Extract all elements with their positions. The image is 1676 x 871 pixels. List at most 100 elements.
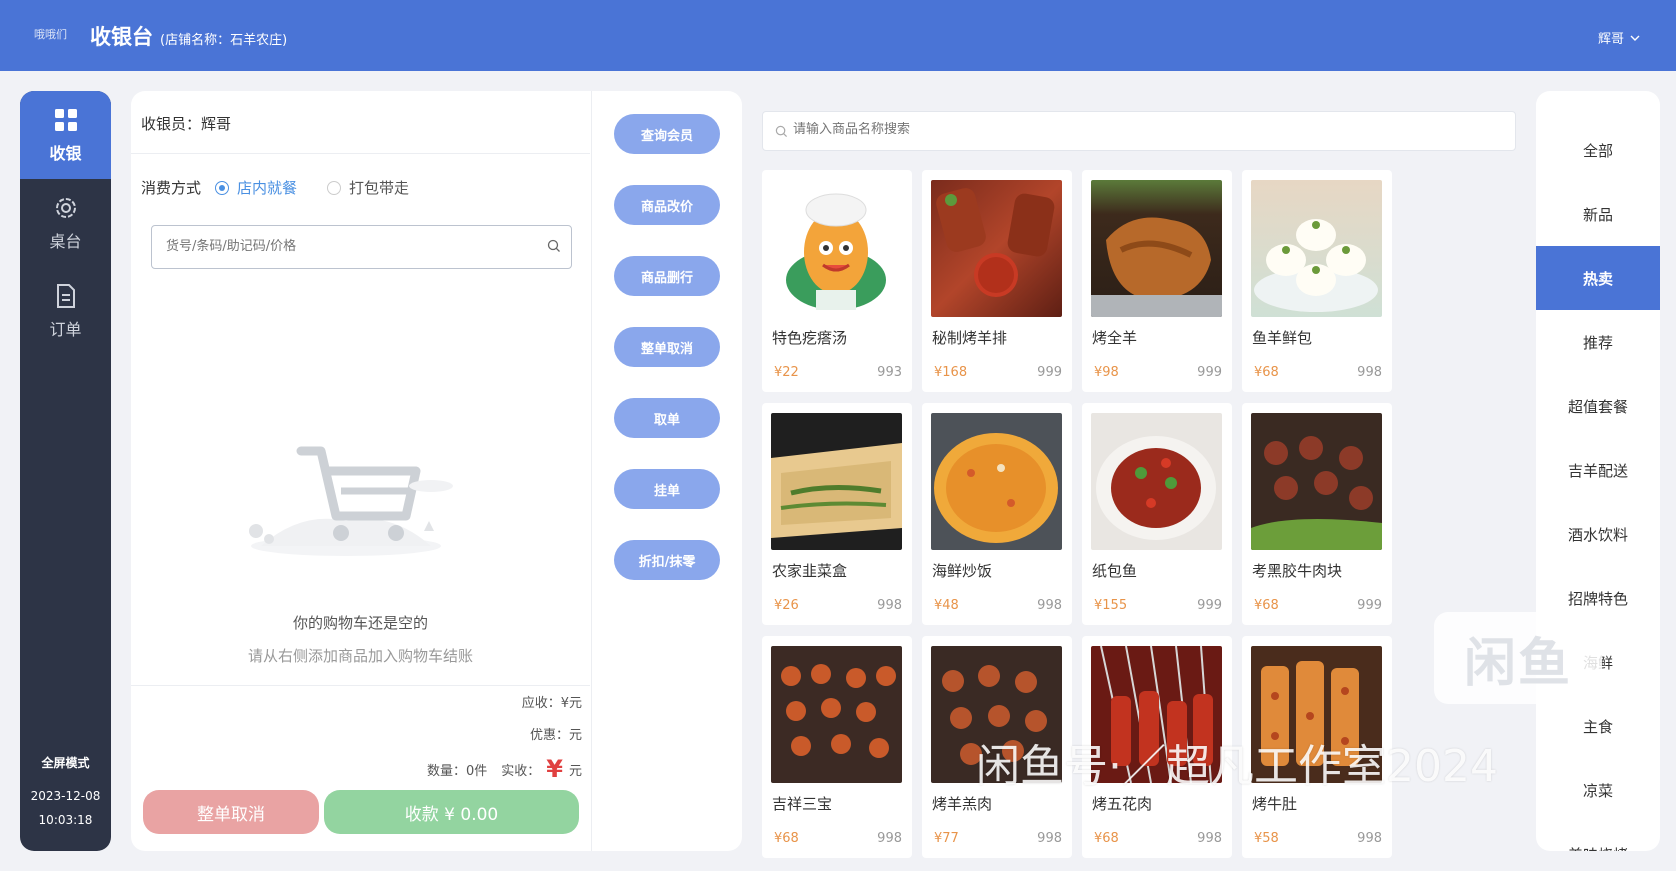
- radio-dot: [215, 180, 230, 195]
- product-stock: 999: [1197, 598, 1222, 613]
- product-price: ¥58: [1254, 831, 1279, 846]
- paid-unit: 元: [568, 763, 582, 779]
- nav-item-table[interactable]: 桌台: [20, 179, 111, 267]
- radio-label: 打包带走: [349, 179, 410, 197]
- product-image: [771, 413, 902, 550]
- nav-item-orders[interactable]: 订单: [20, 267, 111, 355]
- category-hot[interactable]: 热卖: [1536, 246, 1660, 310]
- product-stock: 998: [1357, 365, 1382, 380]
- gear-icon: [55, 198, 76, 218]
- product-card[interactable]: 纸包鱼 ¥155 999: [1082, 403, 1232, 625]
- divider: [131, 153, 590, 154]
- product-card[interactable]: 考黑胶牛肉块 ¥68 999: [1242, 403, 1392, 625]
- product-card[interactable]: 烤全羊 ¥98 999: [1082, 170, 1232, 392]
- category-recommend[interactable]: 推荐: [1536, 310, 1660, 374]
- product-image: [771, 180, 902, 317]
- delete-line-button[interactable]: 商品删行: [614, 256, 720, 296]
- product-stock: 999: [1037, 365, 1062, 380]
- cancel-order-button[interactable]: 整单取消: [143, 790, 319, 834]
- mode-dine-in-radio[interactable]: 店内就餐: [215, 177, 297, 198]
- product-name: 烤羊羔肉: [932, 795, 993, 813]
- product-image: [1091, 413, 1222, 550]
- product-name: 考黑胶牛肉块: [1252, 562, 1343, 580]
- nav-item-cashier[interactable]: 收银: [20, 91, 111, 179]
- current-time: 10:03:18: [38, 813, 93, 827]
- product-image: [1251, 180, 1382, 317]
- category-value-set[interactable]: 超值套餐: [1536, 374, 1660, 438]
- document-icon: [56, 284, 75, 308]
- product-stock: 998: [877, 831, 902, 846]
- product-stock: 998: [1357, 831, 1382, 846]
- empty-cart-illustration: [249, 446, 453, 556]
- product-price: ¥68: [774, 831, 799, 846]
- product-card[interactable]: 特色疙瘩汤 ¥22 993: [762, 170, 912, 392]
- product-stock: 998: [1037, 598, 1062, 613]
- category-new[interactable]: 新品: [1536, 182, 1660, 246]
- product-card[interactable]: 鱼羊鲜包 ¥68 998: [1242, 170, 1392, 392]
- product-card[interactable]: 农家韭菜盒 ¥26 998: [762, 403, 912, 625]
- cart-panel: 收银员：辉哥 消费方式 店内就餐 打包带走 你的购物车还是空的 请从右侧添加商品…: [131, 91, 742, 851]
- current-date: 2023-12-08: [30, 789, 101, 803]
- code-search-input[interactable]: [166, 226, 536, 266]
- product-price: ¥22: [774, 365, 799, 380]
- product-price: ¥98: [1094, 365, 1119, 380]
- watermark-logo: 闲鱼: [1434, 612, 1602, 704]
- product-image: [1251, 413, 1382, 550]
- checkout-button[interactable]: 收款 ¥ 0.00: [324, 790, 579, 834]
- retrieve-order-button[interactable]: 取单: [614, 398, 720, 438]
- category-drinks[interactable]: 酒水饮料: [1536, 502, 1660, 566]
- mode-takeaway-radio[interactable]: 打包带走: [327, 177, 409, 198]
- product-image: [931, 180, 1062, 317]
- product-price: ¥68: [1094, 831, 1119, 846]
- product-card[interactable]: 海鲜炒饭 ¥48 998: [922, 403, 1072, 625]
- category-spacer: [1536, 91, 1660, 118]
- grid-icon: [54, 109, 77, 131]
- cancel-order-action-button[interactable]: 整单取消: [614, 327, 720, 367]
- category-bbq[interactable]: 美味烧烤: [1536, 822, 1660, 852]
- query-member-button[interactable]: 查询会员: [614, 114, 720, 154]
- product-name: 鱼羊鲜包: [1252, 329, 1313, 347]
- product-name: 特色疙瘩汤: [772, 329, 848, 347]
- discount-amount: 优惠：元: [529, 728, 582, 743]
- divider: [131, 685, 590, 686]
- divider: [591, 91, 592, 851]
- product-name: 烤五花肉: [1092, 795, 1153, 813]
- category-panel: 全部 新品 热卖 推荐 超值套餐 吉羊配送 酒水饮料 招牌特色 海鲜 主食 凉菜…: [1536, 91, 1660, 851]
- nav-item-label: 订单: [49, 320, 82, 339]
- product-price: ¥168: [934, 365, 968, 380]
- product-search-box: [762, 111, 1516, 151]
- item-count: 数量：0件: [426, 763, 488, 779]
- product-name: 农家韭菜盒: [772, 562, 848, 580]
- product-name: 秘制烤羊排: [932, 329, 1008, 347]
- product-search-input[interactable]: [793, 122, 1493, 137]
- user-menu[interactable]: 辉哥: [1598, 28, 1640, 47]
- radio-label: 店内就餐: [237, 179, 298, 197]
- product-price: ¥155: [1094, 598, 1128, 613]
- product-image: [771, 646, 902, 783]
- fullscreen-toggle[interactable]: 全屏模式: [20, 754, 111, 771]
- page-title: 收银台: [90, 25, 153, 49]
- paid-yen-symbol: ¥: [546, 755, 563, 783]
- category-all[interactable]: 全部: [1536, 118, 1660, 182]
- empty-cart-title: 你的购物车还是空的: [292, 614, 428, 632]
- product-name: 烤全羊: [1092, 329, 1138, 347]
- paid-label: 实收：: [501, 763, 541, 779]
- category-cold-dish[interactable]: 凉菜: [1536, 758, 1660, 822]
- brand-logo: 哦哦们: [34, 28, 67, 41]
- category-delivery[interactable]: 吉羊配送: [1536, 438, 1660, 502]
- hold-order-button[interactable]: 挂单: [614, 469, 720, 509]
- user-name: 辉哥: [1597, 32, 1624, 47]
- product-price: ¥68: [1254, 365, 1279, 380]
- discount-button[interactable]: 折扣/抹零: [614, 540, 720, 580]
- empty-cart-subtitle: 请从右侧添加商品加入购物车结账: [247, 647, 473, 665]
- product-price: ¥48: [934, 598, 959, 613]
- top-header: 哦哦们 收银台 (店铺名称：石羊农庄) 辉哥: [0, 0, 1676, 71]
- consumption-mode: 消费方式 店内就餐 打包带走: [141, 177, 409, 198]
- chevron-down-icon: [1630, 35, 1640, 41]
- change-price-button[interactable]: 商品改价: [614, 185, 720, 225]
- product-stock: 999: [1357, 598, 1382, 613]
- product-card[interactable]: 秘制烤羊排 ¥168 999: [922, 170, 1072, 392]
- search-icon: [775, 125, 788, 138]
- search-icon[interactable]: [547, 239, 561, 253]
- product-card[interactable]: 吉祥三宝 ¥68 998: [762, 636, 912, 858]
